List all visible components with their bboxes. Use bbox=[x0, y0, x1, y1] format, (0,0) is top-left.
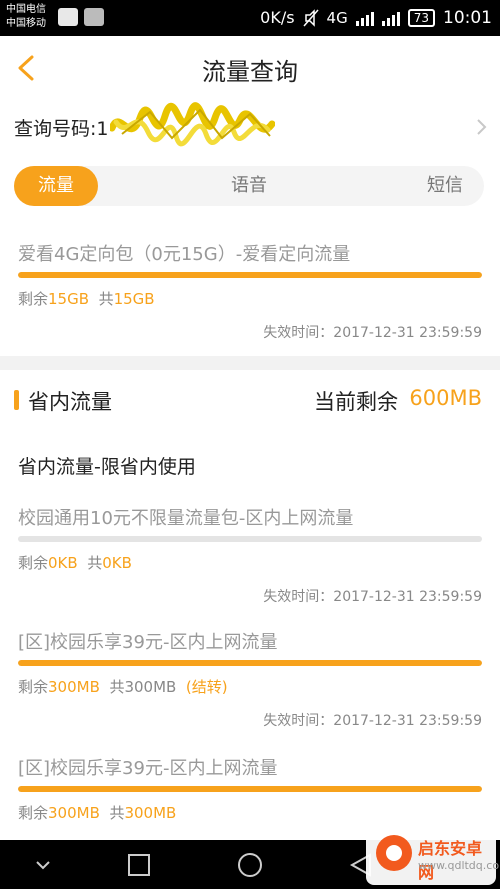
total-value: 300MB bbox=[124, 678, 177, 696]
notification-app-icon bbox=[58, 8, 78, 26]
carrier-info: 中国电信 中国移动 bbox=[6, 3, 46, 31]
signal-icon-2 bbox=[381, 10, 400, 26]
watermark-logo-icon bbox=[376, 835, 412, 871]
net-speed: 0K/s bbox=[260, 8, 295, 27]
total-value: 300MB bbox=[124, 804, 177, 822]
chevron-down-icon[interactable] bbox=[28, 850, 58, 880]
mute-icon bbox=[302, 9, 319, 27]
watermark-url: www.qdltdq.com bbox=[418, 859, 500, 872]
carrier-1: 中国电信 bbox=[6, 4, 46, 15]
tabs-container: 流量 语音 短信 bbox=[0, 152, 500, 212]
tab-voice[interactable]: 语音 bbox=[214, 166, 284, 206]
total-value: 0KB bbox=[102, 554, 132, 572]
package-card-main: 爱看4G定向包（0元15G）-爱看定向流量 剩余15GB 共15GB 失效时间：… bbox=[0, 212, 500, 356]
clock: 10:01 bbox=[443, 8, 492, 28]
total-prefix: 共 bbox=[87, 554, 103, 572]
section-accent-bar bbox=[14, 390, 19, 410]
current-remain-label: 当前剩余 bbox=[314, 390, 398, 414]
remain-value: 300MB bbox=[48, 804, 100, 822]
package-name: 校园通用10元不限量流量包-区内上网流量 bbox=[18, 508, 354, 529]
remain-value: 15GB bbox=[48, 290, 90, 308]
total-prefix: 共 bbox=[109, 678, 125, 696]
gallery-notification-icon bbox=[84, 8, 104, 26]
usage-bar-fill bbox=[18, 272, 482, 278]
site-watermark: 启东安卓网 www.qdltdq.com bbox=[366, 823, 500, 885]
package-name: 爱看4G定向包（0元15G）-爱看定向流量 bbox=[18, 244, 351, 265]
query-number-row[interactable]: 查询号码:1 bbox=[0, 100, 500, 152]
package-remain: 剩余0KB 共0KB bbox=[18, 552, 132, 573]
signal-icon bbox=[355, 10, 374, 26]
usage-bar bbox=[18, 786, 482, 792]
expire-time: 失效时间：2017-12-31 23:59:59 bbox=[263, 713, 482, 729]
usage-bar-fill bbox=[18, 660, 482, 666]
tab-bar: 流量 语音 短信 bbox=[14, 166, 484, 206]
usage-bar bbox=[18, 272, 482, 278]
carrier-2: 中国移动 bbox=[6, 18, 46, 29]
network-type: 4G bbox=[326, 9, 348, 27]
package-remain: 剩余15GB 共15GB bbox=[18, 288, 155, 309]
battery-icon: 73 bbox=[407, 9, 435, 27]
tab-data[interactable]: 流量 bbox=[14, 166, 98, 206]
package-remain: 剩余300MB 共300MB (结转) bbox=[18, 676, 228, 697]
remain-prefix: 剩余 bbox=[18, 678, 49, 696]
remain-prefix: 剩余 bbox=[18, 554, 49, 572]
remain-prefix: 剩余 bbox=[18, 290, 49, 308]
usage-bar bbox=[18, 660, 482, 666]
app-header: 流量查询 bbox=[0, 36, 500, 100]
expire-time: 失效时间：2017-12-31 23:59:59 bbox=[263, 589, 482, 605]
status-bar: 中国电信 中国移动 0K/s 4G 73 10:01 bbox=[0, 0, 500, 36]
query-number-label: 查询号码:1 bbox=[14, 118, 109, 140]
chevron-right-icon bbox=[477, 119, 487, 135]
page-title: 流量查询 bbox=[202, 58, 298, 86]
usage-bar bbox=[18, 536, 482, 542]
current-remain-value: 600MB bbox=[409, 386, 482, 410]
remain-value: 0KB bbox=[48, 554, 78, 572]
total-prefix: 共 bbox=[109, 804, 125, 822]
redaction-scribble bbox=[110, 102, 275, 147]
total-prefix: 共 bbox=[98, 290, 114, 308]
remain-value: 300MB bbox=[48, 678, 100, 696]
package-name: [区]校园乐享39元-区内上网流量 bbox=[18, 758, 278, 779]
usage-bar-fill bbox=[18, 786, 482, 792]
section-title: 省内流量 bbox=[28, 390, 112, 414]
total-value: 15GB bbox=[113, 290, 155, 308]
expire-time: 失效时间：2017-12-31 23:59:59 bbox=[263, 325, 482, 341]
remain-prefix: 剩余 bbox=[18, 804, 49, 822]
home-icon[interactable] bbox=[235, 850, 265, 880]
package-name: [区]校园乐享39元-区内上网流量 bbox=[18, 632, 278, 653]
section-subtitle: 省内流量-限省内使用 bbox=[18, 456, 196, 478]
tab-sms[interactable]: 短信 bbox=[414, 166, 476, 206]
province-section: 省内流量 当前剩余 600MB 省内流量-限省内使用 校园通用10元不限量流量包… bbox=[0, 370, 500, 840]
package-remain: 剩余300MB 共300MB bbox=[18, 802, 176, 823]
status-right: 0K/s 4G 73 10:01 bbox=[260, 5, 492, 31]
recent-apps-icon[interactable] bbox=[124, 850, 154, 880]
carryover-note: (结转) bbox=[185, 678, 228, 696]
